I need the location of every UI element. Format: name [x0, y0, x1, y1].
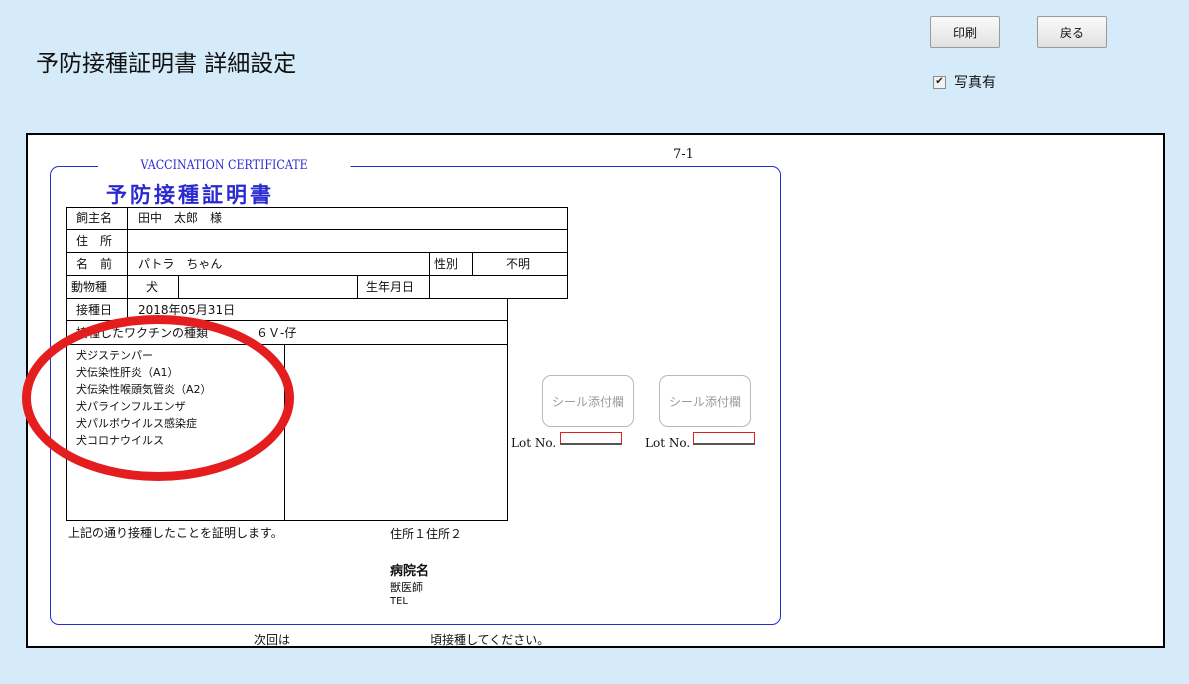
- sex-value: 不明: [506, 257, 531, 271]
- name-label: 名 前: [76, 257, 113, 271]
- tel-label: TEL: [390, 596, 408, 607]
- name-value: パトラ ちゃん: [138, 257, 223, 271]
- lot-input-2[interactable]: [693, 432, 755, 445]
- species-value: 犬: [146, 280, 159, 294]
- species-detail-cell: [178, 275, 358, 299]
- highlight-circle: [22, 315, 294, 481]
- photo-option-label: 写真有: [954, 75, 996, 91]
- address-value-cell: [127, 229, 568, 253]
- page-title: 予防接種証明書 詳細設定: [36, 51, 297, 77]
- seal-box-2: シール添付欄: [659, 375, 751, 427]
- vaccine-type-value: ６Ｖ-仔: [256, 326, 297, 340]
- page-number: 7-1: [673, 147, 694, 162]
- photo-option[interactable]: ✔ 写真有: [933, 72, 996, 92]
- vaccine-notes-cell: [284, 344, 508, 521]
- certificate-title-jp: 予防接種証明書: [106, 183, 274, 207]
- print-button[interactable]: 印刷: [930, 16, 1000, 48]
- seal-box-1: シール添付欄: [542, 375, 634, 427]
- birth-value-cell: [429, 275, 568, 299]
- owner-value: 田中 太郎 様: [138, 211, 223, 225]
- sex-label: 性別: [434, 257, 459, 271]
- species-label: 動物種: [71, 280, 108, 294]
- photo-checkbox[interactable]: ✔: [933, 75, 946, 89]
- lot-label-2: Lot No.: [645, 436, 691, 450]
- clinic-address: 住所１住所２: [390, 527, 463, 541]
- lot-input-1[interactable]: [560, 432, 622, 445]
- certificate-preview: VACCINATION CERTIFICATE 7-1 予防接種証明書 飼主名 …: [22, 133, 1165, 648]
- address-label: 住 所: [76, 234, 113, 248]
- certify-text: 上記の通り接種したことを証明します。: [68, 526, 283, 540]
- back-button[interactable]: 戻る: [1037, 16, 1107, 48]
- certificate-title-en: VACCINATION CERTIFICATE: [98, 158, 351, 173]
- lot-label-1: Lot No.: [511, 436, 557, 450]
- next-suffix: 頃接種してください。: [430, 633, 550, 647]
- vet-label: 獣医師: [390, 581, 423, 594]
- clinic-name: 病院名: [390, 564, 430, 579]
- next-prefix: 次回は: [254, 633, 291, 647]
- owner-label: 飼主名: [76, 211, 113, 225]
- date-label: 接種日: [76, 303, 113, 317]
- birth-label: 生年月日: [366, 280, 415, 294]
